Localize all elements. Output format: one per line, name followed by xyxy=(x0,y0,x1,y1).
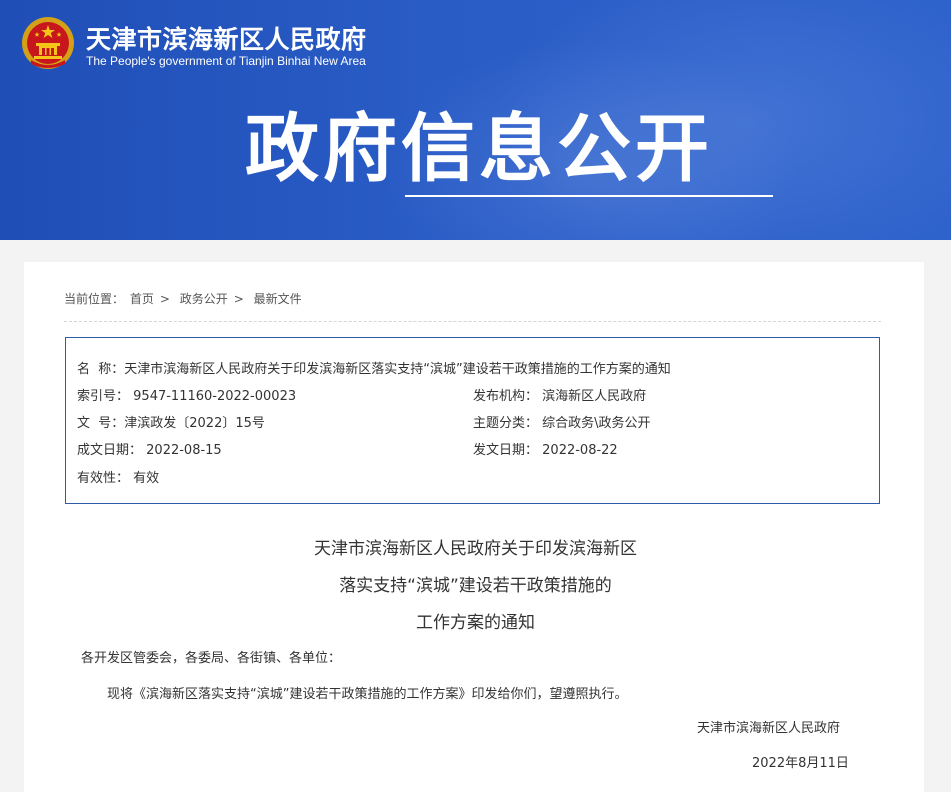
document-salutation: 各开发区管委会，各委局、各街镇、各单位： xyxy=(81,651,342,666)
document-signer: 天津市滨海新区人民政府 xyxy=(697,721,841,736)
breadcrumb-prefix: 当前位置： xyxy=(64,292,125,306)
meta-docno: 文 号：津滨政发〔2022〕15号 xyxy=(77,412,265,431)
meta-issued: 发文日期： 2022-08-22 xyxy=(473,439,618,458)
breadcrumb-home-link[interactable]: 首页 xyxy=(130,292,154,306)
meta-publisher-value: 滨海新区人民政府 xyxy=(542,389,647,404)
meta-topic-label: 主题分类： xyxy=(473,416,539,431)
title-underline xyxy=(405,195,773,197)
breadcrumb-gov-affairs-link[interactable]: 政务公开 xyxy=(180,292,228,306)
document-title-line-2: 落实支持“滨城”建设若干政策措施的 xyxy=(339,576,612,596)
document-date: 2022年8月11日 xyxy=(752,756,849,771)
meta-index: 索引号： 9547-11160-2022-00023 xyxy=(77,385,296,404)
meta-docno-value: 津滨政发〔2022〕15号 xyxy=(124,416,265,431)
document-title-line-1: 天津市滨海新区人民政府关于印发滨海新区 xyxy=(314,539,637,559)
breadcrumb-separator: > xyxy=(159,292,170,306)
meta-created-value: 2022-08-15 xyxy=(146,443,222,458)
document-paragraph: 现将《滨海新区落实支持“滨城”建设若干政策措施的工作方案》印发给你们，望遵照执行… xyxy=(107,687,628,702)
national-emblem-icon[interactable] xyxy=(21,16,75,70)
meta-name-label: 名 称： xyxy=(77,362,125,377)
meta-index-value: 9547-11160-2022-00023 xyxy=(133,389,297,404)
meta-issued-value: 2022-08-22 xyxy=(542,443,618,458)
meta-publisher: 发布机构： 滨海新区人民政府 xyxy=(473,385,646,404)
breadcrumb-latest-files-link[interactable]: 最新文件 xyxy=(254,292,302,306)
meta-publisher-label: 发布机构： xyxy=(473,389,539,404)
meta-name: 名 称：天津市滨海新区人民政府关于印发滨海新区落实支持“滨城”建设若干政策措施的… xyxy=(77,358,671,377)
meta-topic-value: 综合政务\政务公开 xyxy=(542,416,651,431)
meta-created: 成文日期： 2022-08-15 xyxy=(77,439,222,458)
site-name-cn[interactable]: 天津市滨海新区人民政府 xyxy=(86,20,367,56)
document-title-line-3: 工作方案的通知 xyxy=(416,613,535,633)
meta-name-value: 天津市滨海新区人民政府关于印发滨海新区落实支持“滨城”建设若干政策措施的工作方案… xyxy=(124,362,671,377)
meta-validity: 有效性： 有效 xyxy=(77,467,159,486)
meta-index-label: 索引号： xyxy=(77,389,130,404)
meta-valid-label: 有效性： xyxy=(77,471,130,486)
breadcrumb-separator: > xyxy=(233,292,244,306)
header-banner: 天津市滨海新区人民政府 The People's government of T… xyxy=(0,0,951,240)
divider xyxy=(64,321,881,322)
meta-docno-label: 文 号： xyxy=(77,416,125,431)
meta-issued-label: 发文日期： xyxy=(473,443,539,458)
meta-valid-value: 有效 xyxy=(133,471,160,486)
meta-topic: 主题分类： 综合政务\政务公开 xyxy=(473,412,651,431)
meta-created-label: 成文日期： xyxy=(77,443,143,458)
site-name-en[interactable]: The People's government of Tianjin Binha… xyxy=(86,54,366,68)
breadcrumb: 当前位置： 首页 > 政务公开 > 最新文件 xyxy=(64,290,308,307)
section-title: 政府信息公开 xyxy=(245,106,713,192)
